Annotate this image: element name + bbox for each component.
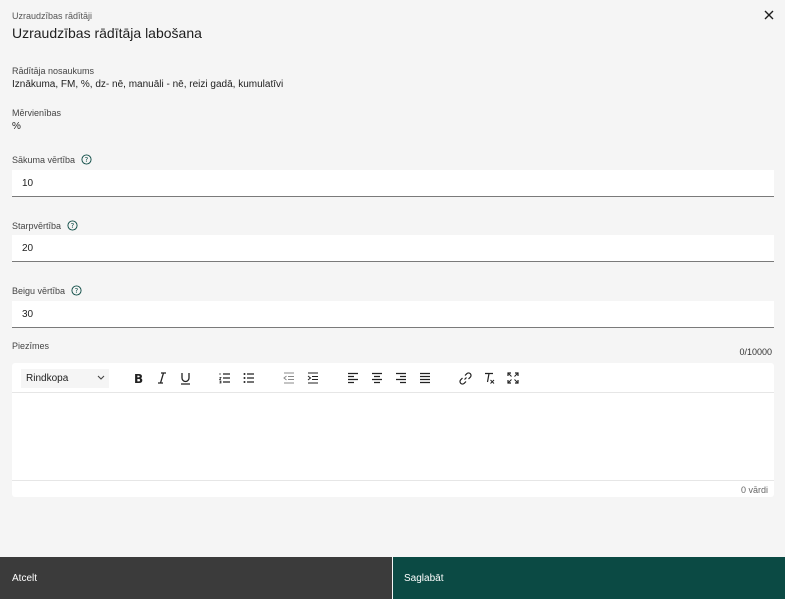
unit-label: Mērvienības bbox=[12, 108, 62, 118]
svg-text:?: ? bbox=[85, 156, 89, 164]
page-title: Uzraudzības rādītāja labošana bbox=[12, 25, 202, 41]
close-button[interactable] bbox=[760, 6, 778, 24]
word-count: 0 vārdi bbox=[740, 485, 768, 495]
editor-status-bar: 0 vārdi bbox=[12, 480, 774, 497]
help-icon[interactable]: ? bbox=[81, 154, 92, 165]
align-left-icon bbox=[348, 372, 358, 384]
align-justify-icon bbox=[420, 372, 430, 384]
close-icon bbox=[764, 10, 774, 20]
cancel-button[interactable]: Atcelt bbox=[0, 557, 392, 599]
outdent-button[interactable] bbox=[282, 371, 296, 385]
end-value-label-text: Beigu vērtība bbox=[12, 285, 66, 296]
ordered-list-button[interactable] bbox=[218, 371, 232, 385]
align-right-icon bbox=[396, 372, 406, 384]
bold-button[interactable]: B bbox=[131, 371, 145, 385]
outdent-icon bbox=[283, 372, 294, 384]
editor-content-area[interactable] bbox=[12, 394, 774, 480]
bold-icon: B bbox=[134, 372, 143, 384]
align-left-button[interactable] bbox=[346, 371, 360, 385]
align-center-icon bbox=[372, 372, 382, 384]
editor-toolbar: Rindkopa B bbox=[12, 363, 774, 393]
link-button[interactable] bbox=[458, 371, 472, 385]
indent-button[interactable] bbox=[306, 371, 320, 385]
start-value-label: Sākuma vērtība ? bbox=[12, 154, 92, 165]
help-icon[interactable]: ? bbox=[67, 220, 78, 231]
bullet-list-button[interactable] bbox=[242, 371, 256, 385]
bullet-list-icon bbox=[243, 373, 254, 383]
align-center-button[interactable] bbox=[370, 371, 384, 385]
chevron-down-icon bbox=[97, 375, 105, 380]
underline-icon bbox=[180, 372, 190, 385]
clear-format-icon bbox=[484, 372, 494, 384]
start-value-input[interactable]: 10 bbox=[12, 170, 774, 197]
unit-value: % bbox=[12, 121, 21, 132]
save-button[interactable]: Saglabāt bbox=[393, 557, 785, 599]
format-select[interactable]: Rindkopa bbox=[21, 369, 109, 388]
end-value-input[interactable]: 30 bbox=[12, 301, 774, 328]
svg-text:?: ? bbox=[71, 222, 75, 230]
notes-label: Piezīmes bbox=[12, 341, 50, 351]
align-right-button[interactable] bbox=[394, 371, 408, 385]
clear-format-button[interactable] bbox=[482, 371, 496, 385]
format-select-value: Rindkopa bbox=[26, 373, 69, 384]
italic-icon bbox=[158, 372, 166, 384]
indent-icon bbox=[307, 372, 318, 384]
indicator-name-label: Rādītāja nosaukums bbox=[12, 66, 95, 76]
help-icon[interactable]: ? bbox=[71, 285, 82, 296]
italic-button[interactable] bbox=[155, 371, 169, 385]
fullscreen-icon bbox=[507, 372, 519, 384]
end-value-label: Beigu vērtība ? bbox=[12, 285, 82, 296]
align-justify-button[interactable] bbox=[418, 371, 432, 385]
ordered-list-icon bbox=[219, 373, 230, 384]
intermediate-value-input[interactable]: 20 bbox=[12, 235, 774, 262]
svg-text:B: B bbox=[134, 372, 143, 384]
svg-text:?: ? bbox=[75, 287, 79, 295]
breadcrumb: Uzraudzības rādītāji bbox=[12, 11, 93, 21]
indicator-name-value: Iznākuma, FM, %, dz- nē, manuāli - nē, r… bbox=[12, 79, 284, 90]
intermediate-value-label-text: Starpvērtība bbox=[12, 220, 62, 231]
character-counter: 0/10000 bbox=[739, 347, 772, 357]
intermediate-value-label: Starpvērtība ? bbox=[12, 220, 78, 231]
rich-text-editor: Rindkopa B 0 vārdi bbox=[12, 363, 774, 497]
start-value-label-text: Sākuma vērtība bbox=[12, 154, 76, 165]
underline-button[interactable] bbox=[178, 371, 192, 385]
fullscreen-button[interactable] bbox=[506, 371, 520, 385]
link-icon bbox=[458, 371, 472, 385]
